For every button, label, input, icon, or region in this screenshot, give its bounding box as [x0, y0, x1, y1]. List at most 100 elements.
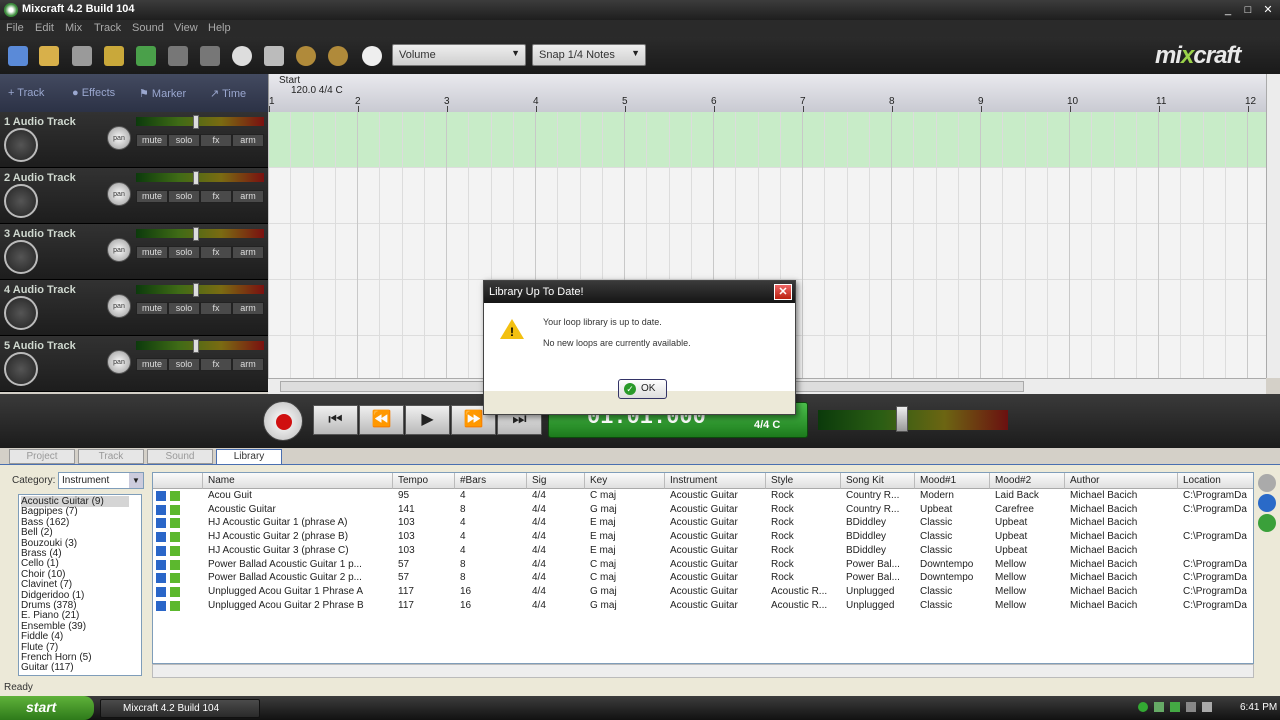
solo-button[interactable]: solo	[168, 134, 200, 147]
column-header-key[interactable]: Key	[585, 473, 665, 489]
play-loop-icon[interactable]	[156, 586, 166, 597]
table-cell[interactable]: Unplugged Acou Guitar 1 Phrase A	[203, 586, 393, 599]
table-cell[interactable]: Acou Guit	[203, 490, 393, 503]
column-header-name[interactable]: Name	[203, 473, 393, 489]
table-cell[interactable]: HJ Acoustic Guitar 3 (phrase C)	[203, 545, 393, 558]
timeline-ruler[interactable]: Start 120.0 4/4 C 1 2 3 4 5 6 7 8 9 10 11 12	[268, 74, 1266, 112]
table-cell[interactable]: 4/4	[527, 586, 585, 599]
add-track-icon[interactable]	[136, 46, 156, 66]
play-loop-icon[interactable]	[156, 532, 166, 543]
table-cell[interactable]: 4/4	[527, 517, 585, 530]
table-cell[interactable]: Rock	[766, 504, 841, 517]
table-cell[interactable]: G maj	[585, 586, 665, 599]
track-lane-3[interactable]	[268, 224, 1266, 280]
category-item[interactable]: Guitar (117)	[21, 662, 74, 673]
table-cell[interactable]: C:\ProgramDa	[1178, 572, 1253, 585]
solo-button[interactable]: solo	[168, 302, 200, 315]
loop-library-table[interactable]: Name Tempo #Bars Sig Key Instrument Style Song …	[152, 472, 1254, 664]
arm-button[interactable]: arm	[232, 246, 264, 259]
table-cell[interactable]: 4/4	[527, 600, 585, 613]
table-cell[interactable]: 103	[393, 531, 455, 544]
play-button[interactable]: ▶	[405, 405, 450, 435]
category-item[interactable]: Fiddle (4)	[21, 631, 63, 642]
table-cell[interactable]: Country R...	[841, 490, 915, 503]
table-cell[interactable]	[1178, 517, 1253, 530]
table-cell[interactable]: Michael Bacich	[1065, 490, 1178, 503]
table-cell[interactable]: Classic	[915, 545, 990, 558]
track-name[interactable]: 3 Audio Track	[4, 228, 76, 240]
redo-icon[interactable]	[200, 46, 220, 66]
table-cell[interactable]	[1178, 545, 1253, 558]
category-item[interactable]: Flute (7)	[21, 642, 58, 653]
category-item[interactable]: Bagpipes (7)	[21, 506, 78, 517]
track-name[interactable]: 5 Audio Track	[4, 340, 76, 352]
table-cell[interactable]: 8	[455, 572, 527, 585]
volume-handle[interactable]	[193, 171, 199, 185]
track-lane-2[interactable]	[268, 168, 1266, 224]
menu-file[interactable]: File	[6, 22, 24, 34]
fx-button[interactable]: fx	[200, 302, 232, 315]
mute-button[interactable]: mute	[136, 246, 168, 259]
volume-icon[interactable]	[1202, 702, 1212, 712]
table-cell[interactable]: 103	[393, 545, 455, 558]
arm-button[interactable]: arm	[232, 134, 264, 147]
arm-button[interactable]: arm	[232, 190, 264, 203]
category-item[interactable]: Choir (10)	[21, 569, 65, 580]
zoom-out-icon[interactable]	[296, 46, 316, 66]
menu-help[interactable]: Help	[208, 22, 231, 34]
add-loop-icon[interactable]	[170, 545, 180, 556]
add-loop-icon[interactable]	[170, 491, 180, 501]
snap-select[interactable]: Snap 1/4 Notes ▼	[532, 44, 646, 66]
table-cell[interactable]: G maj	[585, 600, 665, 613]
menu-edit[interactable]: Edit	[35, 22, 54, 34]
track-volume-slider[interactable]	[136, 229, 264, 238]
table-cell[interactable]: Downtempo	[915, 572, 990, 585]
maximize-button[interactable]: □	[1240, 3, 1256, 17]
table-cell[interactable]: 4/4	[527, 572, 585, 585]
table-cell[interactable]: C:\ProgramDa	[1178, 559, 1253, 572]
category-item[interactable]: Ensemble (39)	[21, 621, 86, 632]
table-cell[interactable]: Acoustic Guitar	[203, 504, 393, 517]
add-loop-icon[interactable]	[170, 532, 180, 543]
fx-button[interactable]: fx	[200, 190, 232, 203]
menu-sound[interactable]: Sound	[132, 22, 164, 34]
table-cell[interactable]: Acoustic Guitar	[665, 572, 766, 585]
volume-select[interactable]: Volume ▼	[392, 44, 526, 66]
table-cell[interactable]: 4	[455, 545, 527, 558]
solo-button[interactable]: solo	[168, 190, 200, 203]
column-header-sig[interactable]: Sig	[527, 473, 585, 489]
table-cell[interactable]: Mellow	[990, 586, 1065, 599]
table-cell[interactable]: Acoustic Guitar	[665, 545, 766, 558]
record-button[interactable]	[263, 401, 303, 441]
burn-cd-icon[interactable]	[232, 46, 252, 66]
taskbar-item-mixcraft[interactable]: Mixcraft 4.2 Build 104	[100, 699, 260, 718]
mute-button[interactable]: mute	[136, 190, 168, 203]
pan-knob[interactable]: pan	[107, 294, 131, 318]
table-cell[interactable]: Unplugged	[841, 600, 915, 613]
category-select[interactable]: Instrument ▼	[58, 472, 144, 489]
track-name[interactable]: 2 Audio Track	[4, 172, 76, 184]
table-cell[interactable]: HJ Acoustic Guitar 1 (phrase A)	[203, 517, 393, 530]
fx-button[interactable]: fx	[200, 246, 232, 259]
column-header-mood1[interactable]: Mood#1	[915, 473, 990, 489]
table-cell[interactable]: Mellow	[990, 559, 1065, 572]
start-button[interactable]: start	[0, 696, 94, 720]
close-window-button[interactable]: ✕	[1260, 3, 1276, 17]
rewind-to-start-button[interactable]: ⏮	[313, 405, 358, 435]
category-item[interactable]: Didgeridoo (1)	[21, 590, 84, 601]
table-cell[interactable]: C maj	[585, 559, 665, 572]
solo-button[interactable]: solo	[168, 358, 200, 371]
table-cell[interactable]: 4	[455, 531, 527, 544]
track-volume-slider[interactable]	[136, 341, 264, 350]
table-cell[interactable]: Mellow	[990, 600, 1065, 613]
column-header-style[interactable]: Style	[766, 473, 841, 489]
save-icon[interactable]	[72, 46, 92, 66]
volume-handle[interactable]	[193, 283, 199, 297]
table-cell[interactable]: E maj	[585, 517, 665, 530]
track-volume-slider[interactable]	[136, 117, 264, 126]
dialog-close-button[interactable]: ✕	[774, 284, 792, 300]
table-cell[interactable]: 4	[455, 490, 527, 503]
table-cell[interactable]: Acoustic Guitar	[665, 490, 766, 503]
category-item[interactable]: Bell (2)	[21, 527, 53, 538]
table-cell[interactable]: Michael Bacich	[1065, 531, 1178, 544]
